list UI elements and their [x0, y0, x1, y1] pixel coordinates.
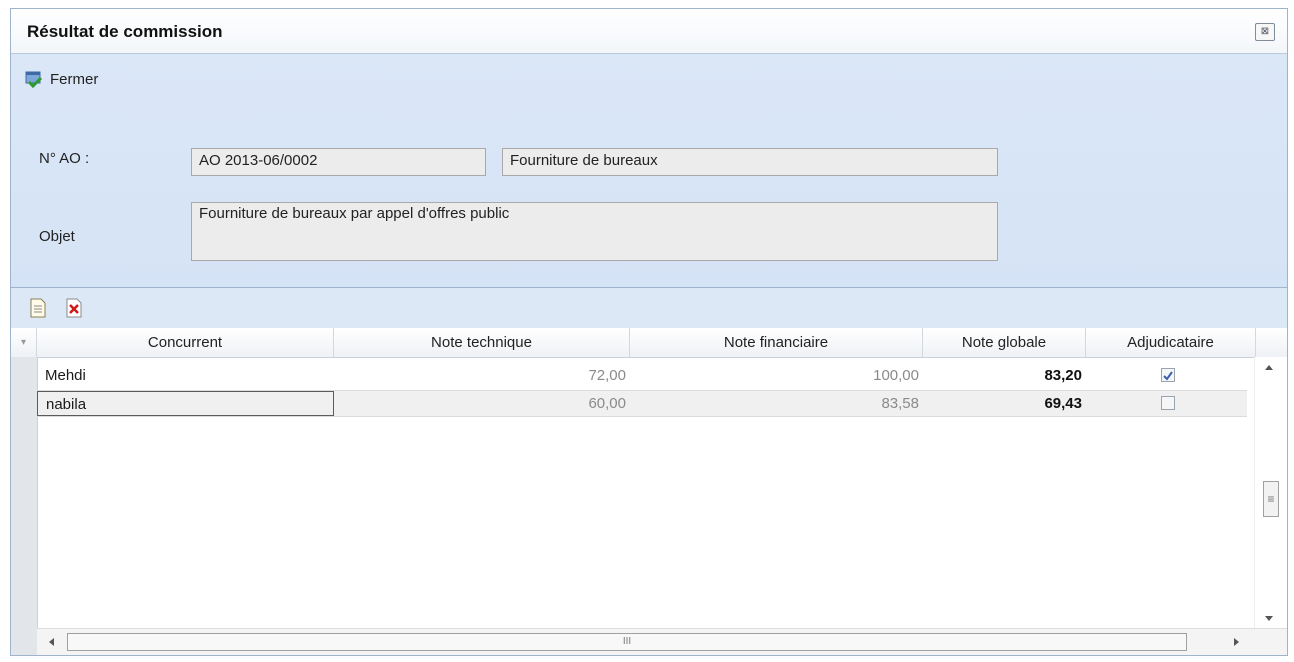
results-grid: ▾ Concurrent Note technique Note financi… — [11, 328, 1287, 655]
cell-concurrent[interactable]: nabila — [37, 391, 334, 416]
new-document-icon — [30, 298, 46, 318]
delete-icon — [66, 298, 82, 318]
grid-toolbar — [11, 287, 1287, 329]
objet-label: Objet — [39, 228, 75, 245]
column-header-adjudicataire[interactable]: Adjudicataire — [1086, 328, 1256, 357]
table-row[interactable]: Mehdi 72,00 100,00 83,20 — [37, 363, 1247, 388]
cell-note-technique[interactable]: 60,00 — [334, 391, 630, 416]
cell-note-financiaire[interactable]: 83,58 — [630, 391, 923, 416]
cell-note-financiaire[interactable]: 100,00 — [630, 363, 923, 388]
delete-row-button[interactable] — [65, 298, 85, 318]
column-header-concurrent[interactable]: Concurrent — [37, 328, 334, 357]
column-header-note-financiaire[interactable]: Note financiaire — [630, 328, 923, 357]
window-title: Résultat de commission — [27, 22, 223, 41]
horizontal-scroll-thumb[interactable]: III — [67, 633, 1187, 651]
form-panel: Fermer N° AO : AO 2013-06/0002 Fournitur… — [11, 54, 1287, 287]
hscroll-grip-icon: III — [622, 636, 632, 647]
row-indicator-column — [11, 357, 38, 655]
cell-note-globale[interactable]: 83,20 — [923, 363, 1086, 388]
vscroll-grip-icon: ≡ — [1267, 492, 1275, 506]
row-selector-header[interactable]: ▾ — [11, 328, 37, 357]
table-row[interactable]: nabila 60,00 83,58 69,43 — [37, 390, 1247, 417]
ao-title-field[interactable]: Fourniture de bureaux — [502, 148, 998, 176]
cell-note-technique[interactable]: 72,00 — [334, 363, 630, 388]
ao-number-field[interactable]: AO 2013-06/0002 — [191, 148, 486, 176]
title-bar: Résultat de commission ⊠ — [11, 9, 1287, 54]
close-window-button[interactable]: ⊠ — [1255, 23, 1275, 41]
horizontal-scrollbar[interactable]: III — [37, 628, 1287, 655]
column-header-note-technique[interactable]: Note technique — [334, 328, 630, 357]
cell-concurrent[interactable]: Mehdi — [37, 363, 334, 388]
scroll-down-arrow-icon[interactable] — [1265, 616, 1273, 621]
adjudicataire-checkbox[interactable] — [1161, 368, 1175, 382]
add-row-button[interactable] — [29, 298, 49, 318]
column-header-note-globale[interactable]: Note globale — [923, 328, 1086, 357]
vertical-scrollbar[interactable]: ≡ — [1254, 357, 1287, 629]
fermer-label: Fermer — [50, 70, 99, 88]
scroll-right-arrow-icon[interactable] — [1234, 638, 1239, 646]
scroll-up-arrow-icon[interactable] — [1265, 365, 1273, 370]
ao-number-label: N° AO : — [39, 150, 90, 167]
vertical-scroll-thumb[interactable]: ≡ — [1263, 481, 1279, 517]
objet-textarea[interactable]: Fourniture de bureaux par appel d'offres… — [191, 202, 998, 261]
checkmark-icon — [1163, 371, 1173, 381]
adjudicataire-checkbox[interactable] — [1161, 396, 1175, 410]
scroll-left-arrow-icon[interactable] — [49, 638, 54, 646]
commission-result-window: Résultat de commission ⊠ Fermer N° AO : … — [10, 8, 1288, 656]
close-icon: ⊠ — [1260, 26, 1270, 37]
grid-header: ▾ Concurrent Note technique Note financi… — [11, 328, 1287, 358]
fermer-button[interactable]: Fermer — [25, 68, 98, 90]
close-door-icon — [25, 71, 43, 88]
cell-note-globale[interactable]: 69,43 — [923, 391, 1086, 416]
